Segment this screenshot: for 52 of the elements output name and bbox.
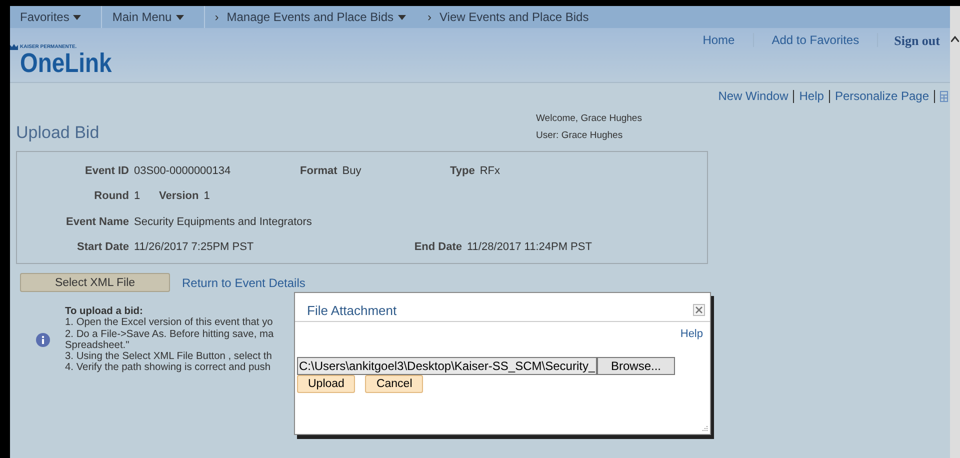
page-link[interactable]: Personalize Page (834, 89, 929, 103)
brand-logo: OneLink (20, 50, 112, 76)
nav-link[interactable]: Favorites (20, 10, 70, 24)
nav-link[interactable]: Manage Events and Place Bids (226, 10, 394, 24)
field-value: 03S00-0000000134 (134, 164, 231, 177)
page-link[interactable]: New Window (718, 89, 788, 103)
field-label: Event ID (84, 164, 129, 177)
field-value: 1 (134, 190, 140, 202)
sign-out-link[interactable]: Sign out (878, 33, 950, 49)
return-link[interactable]: Return to Event Details (182, 276, 306, 290)
instruction-line: 1. Open the Excel version of this event that yo (65, 317, 274, 329)
logo-icon (10, 44, 18, 50)
nav-link[interactable]: Main Menu (112, 10, 172, 24)
header-link[interactable]: Add to Favorites (754, 33, 878, 47)
dialog-title: File Attachment (307, 302, 397, 318)
welcome-text: Welcome, Grace Hughes (536, 112, 642, 126)
instructions-heading: To upload a bid: (65, 306, 144, 318)
file-path-field[interactable]: C:\Users\ankitgoel3\Desktop\Kaiser-SS_SCM\Security_ (297, 357, 597, 375)
dialog-button[interactable]: Upload (297, 375, 356, 393)
browse-button[interactable]: Browse... (597, 357, 675, 375)
user-text: User: Grace Hughes (536, 129, 624, 143)
instruction-line: 2. Do a File->Save As. Before hitting save, ma (65, 328, 274, 340)
header-link[interactable]: Home (684, 33, 754, 47)
page-title: Upload Bid (16, 122, 100, 144)
breadcrumb-separator: › (214, 10, 219, 24)
nav-link[interactable]: View Events and Place Bids (440, 10, 589, 24)
field-value: Buy (342, 164, 362, 177)
instruction-line: 4. Verify the path showing is correct and push (65, 362, 272, 374)
instruction-line: 3. Using the Select XML File Button , select th (65, 351, 273, 362)
info-icon (36, 332, 50, 347)
page-link[interactable]: Help (799, 89, 824, 103)
field-label: Event Name (65, 216, 129, 228)
help-link[interactable]: Help (680, 328, 703, 340)
field-label: Round (93, 190, 129, 202)
field-label: Start Date (76, 241, 129, 254)
resize-grip-icon (700, 424, 708, 432)
field-label: Type (450, 164, 475, 177)
field-label: Version (159, 190, 199, 202)
dialog-button[interactable]: Cancel (365, 375, 424, 393)
scrollbar[interactable] (950, 6, 960, 458)
field-value: 11/28/2017 11:24PM PST (467, 241, 592, 254)
field-value: 11/26/2017 7:25PM PST (134, 241, 254, 254)
breadcrumb-separator: › (428, 10, 432, 24)
field-label: End Date (413, 241, 462, 254)
instruction-line: Spreadsheet." (65, 340, 130, 352)
field-label: Format (300, 164, 338, 177)
field-value: 1 (204, 190, 210, 202)
grid-icon[interactable] (940, 90, 948, 102)
field-value: Security Equipments and Integrators (134, 216, 312, 228)
field-value: RFx (480, 164, 500, 177)
close-button[interactable] (693, 304, 705, 316)
select-file-button[interactable]: Select XML File (20, 273, 170, 292)
